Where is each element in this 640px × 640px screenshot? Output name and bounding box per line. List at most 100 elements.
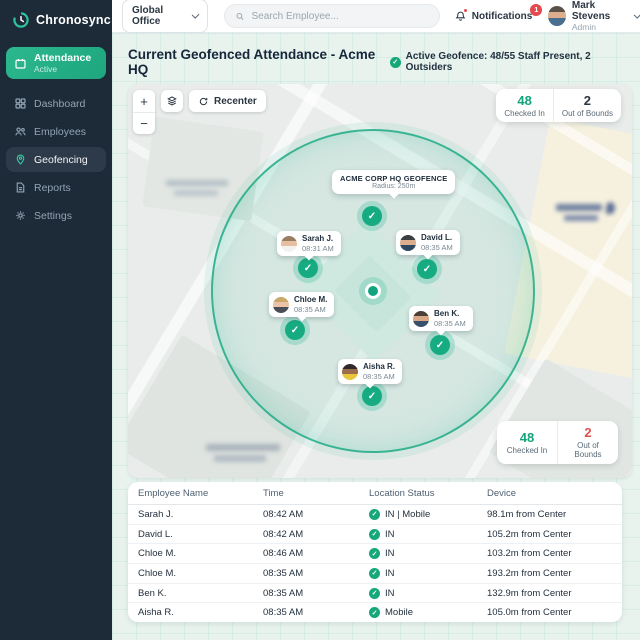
checked-in-label: Checked In: [504, 108, 545, 118]
active-geofence-badge: ✓ Active Geofence: 48/55 Staff Present, …: [390, 51, 632, 73]
office-selector-value: Global Office: [132, 5, 164, 27]
geofence-center-marker: [365, 283, 381, 299]
search-box[interactable]: [224, 4, 440, 28]
avatar: [413, 310, 429, 327]
marker-name: Sarah J.: [302, 234, 334, 243]
map-canvas[interactable]: ACME CORP HQ GEOFENCE Radius: 250m ✓ Sar…: [128, 84, 632, 478]
table-row[interactable]: Chloe M. 08:46 AM ✓ IN 103.2m from Cente…: [128, 543, 622, 563]
chevron-down-icon: [633, 10, 640, 19]
table-row[interactable]: David L. 08:42 AM ✓ IN 105.2m from Cente…: [128, 523, 622, 544]
marker-time: 08:35 AM: [434, 319, 466, 328]
sidebar-item-attendance[interactable]: Attendance Active: [6, 47, 106, 80]
marker-check-pin[interactable]: ✓: [417, 259, 437, 279]
cell-device: 132.9m from Center: [487, 587, 572, 599]
bell-alert-dot: [462, 7, 468, 13]
cell-time: 08:46 AM: [263, 548, 304, 560]
cell-device: 98.1m from Center: [487, 508, 567, 520]
check-circle-icon: ✓: [390, 56, 401, 68]
avatar: [281, 235, 297, 252]
check-circle-icon: ✓: [369, 587, 380, 599]
out-of-bounds-count: 2: [583, 93, 592, 108]
cell-device: 193.2m from Center: [487, 567, 572, 579]
sidebar-item-dashboard[interactable]: Dashboard: [6, 91, 106, 116]
zoom-out-button[interactable]: −: [133, 112, 155, 134]
zoom-in-button[interactable]: +: [133, 90, 155, 112]
table-row[interactable]: Chloe M. 08:35 AM ✓ IN 193.2m from Cente…: [128, 563, 622, 583]
cell-name: Ben K.: [138, 587, 167, 599]
marker-check-pin[interactable]: ✓: [362, 386, 382, 406]
sidebar-item-label: Geofencing: [34, 153, 88, 166]
map-marker-david[interactable]: David L. 08:35 AM: [396, 230, 460, 256]
out-of-bounds-count: 2: [584, 425, 592, 441]
office-selector[interactable]: Global Office: [122, 0, 209, 33]
notifications-button[interactable]: Notifications 1: [454, 3, 543, 23]
bell-icon: [454, 7, 468, 23]
checked-in-label: Checked In: [506, 445, 548, 455]
marker-name: Aisha R.: [363, 362, 396, 371]
app-logo: Chronosync: [0, 0, 112, 39]
marker-time: 08:31 AM: [302, 244, 334, 253]
marker-check-pin[interactable]: ✓: [285, 320, 305, 340]
map-marker-chloe[interactable]: Chloe M. 08:35 AM: [269, 292, 335, 318]
marker-time: 08:35 AM: [363, 372, 395, 381]
recenter-button[interactable]: Recenter: [189, 90, 266, 112]
cell-name: Chloe M.: [138, 567, 177, 579]
cell-status: IN: [385, 567, 395, 579]
dashboard-icon: [15, 98, 26, 109]
app-root: Chronosync Attendance Active Dashboard E…: [0, 0, 640, 640]
cell-status: IN: [385, 548, 395, 560]
attendance-stats-card-bottom: 48 Checked In 2 Out of Bounds: [497, 421, 618, 464]
recenter-label: Recenter: [214, 95, 257, 107]
gear-icon: [16, 211, 25, 220]
blurred-map-pin-icon: [606, 202, 615, 214]
marker-name: Ben K.: [434, 309, 460, 318]
map-marker-aisha[interactable]: Aisha R. 08:35 AM: [338, 359, 403, 385]
geofence-check-pin[interactable]: ✓: [362, 206, 382, 226]
user-name: Mark Stevens: [571, 0, 611, 23]
cell-name: David L.: [138, 528, 173, 540]
out-of-bounds-label: Out of Bounds: [561, 108, 613, 118]
cell-name: Chloe M.: [138, 548, 177, 560]
check-circle-icon: ✓: [369, 567, 380, 579]
checked-in-count: 48: [517, 93, 532, 108]
sidebar: Chronosync Attendance Active Dashboard E…: [0, 0, 112, 640]
main-content: Current Geofenced Attendance - Acme HQ ✓…: [112, 33, 640, 640]
attendance-table: Employee Name Time Location Status Devic…: [128, 482, 622, 622]
sidebar-item-reports[interactable]: Reports: [6, 175, 106, 200]
cell-device: 105.0m from Center: [487, 607, 572, 619]
topbar: Global Office Notifications 1 Mark S: [112, 0, 640, 33]
map-marker-sarah[interactable]: Sarah J. 08:31 AM: [277, 231, 341, 257]
blurred-map-label: [214, 455, 266, 462]
marker-check-pin[interactable]: ✓: [298, 258, 318, 278]
map-marker-ben[interactable]: Ben K. 08:35 AM: [409, 306, 473, 332]
cell-time: 08:35 AM: [263, 607, 304, 619]
blurred-map-label: [556, 204, 602, 211]
col-location-status: Location Status: [369, 487, 435, 499]
cell-time: 08:35 AM: [263, 587, 304, 599]
attendance-stats-card-top: 48 Checked In 2 Out of Bounds: [496, 89, 621, 123]
marker-check-pin[interactable]: ✓: [430, 335, 450, 355]
check-circle-icon: ✓: [369, 508, 380, 520]
sidebar-item-geofencing[interactable]: Geofencing: [6, 147, 106, 173]
user-avatar: [548, 6, 566, 26]
zoom-control: + −: [133, 90, 155, 134]
cell-status: IN | Mobile: [385, 508, 431, 520]
user-menu[interactable]: Mark Stevens Admin: [548, 0, 640, 32]
marker-name: David L.: [421, 233, 453, 242]
sidebar-item-settings[interactable]: Settings: [6, 203, 106, 228]
active-geofence-text: Active Geofence: 48/55 Staff Present, 2 …: [405, 51, 591, 73]
check-circle-icon: ✓: [369, 548, 380, 560]
layers-button[interactable]: [161, 90, 183, 112]
col-employee-name: Employee Name: [138, 487, 209, 499]
blurred-map-label: [564, 215, 598, 221]
table-row[interactable]: Sarah J. 08:42 AM ✓ IN | Mobile 98.1m fr…: [128, 505, 622, 524]
sidebar-item-employees[interactable]: Employees: [6, 119, 106, 144]
table-row[interactable]: Aisha R. 08:35 AM ✓ Mobile 105.0m from C…: [128, 602, 622, 622]
marker-time: 08:35 AM: [294, 305, 326, 314]
chevron-down-icon: [191, 10, 200, 19]
app-name: Chronosync: [36, 13, 111, 27]
cell-device: 105.2m from Center: [487, 528, 572, 540]
search-input[interactable]: [251, 10, 429, 22]
table-row[interactable]: Ben K. 08:35 AM ✓ IN 132.9m from Center: [128, 582, 622, 603]
sidebar-item-label: Dashboard: [34, 97, 86, 110]
